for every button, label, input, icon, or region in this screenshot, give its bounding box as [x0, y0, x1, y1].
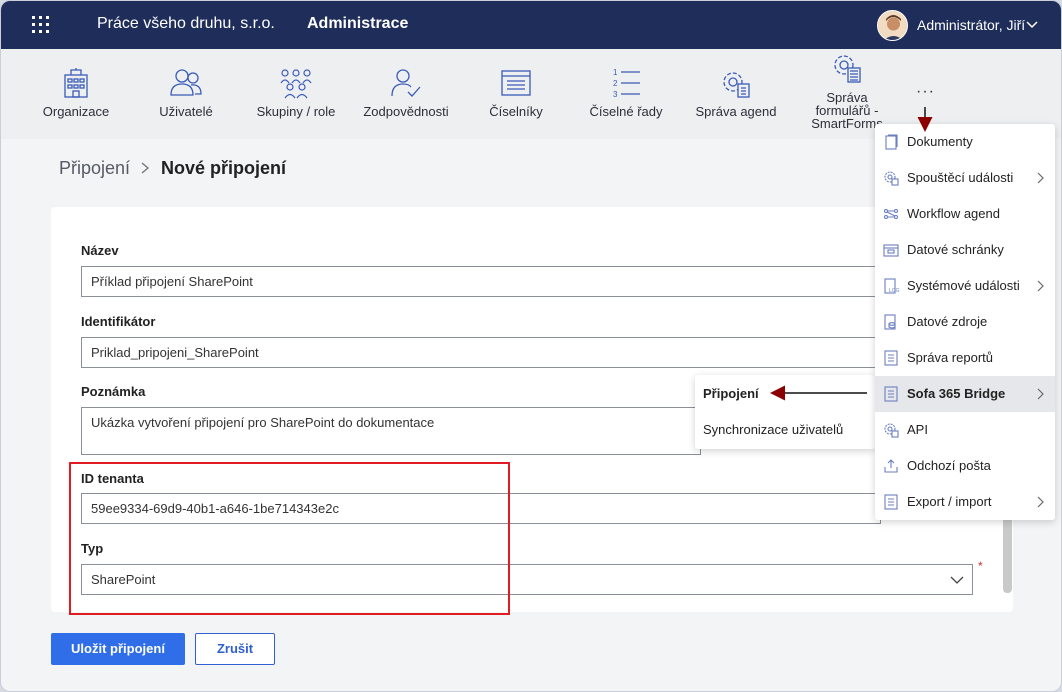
submenu-bridge: Připojení Synchronizace uživatelů [695, 375, 875, 449]
tool-organizace[interactable]: Organizace [31, 49, 121, 139]
menu-item-systemove[interactable]: LOG Systémové události [875, 268, 1055, 304]
app-launcher-icon[interactable] [32, 16, 50, 34]
user-name[interactable]: Administrátor, Jiří [917, 17, 1025, 33]
cancel-button[interactable]: Zrušit [195, 633, 275, 665]
workflow-icon [883, 208, 899, 220]
submenu-item-pripojeni[interactable]: Připojení [703, 386, 759, 401]
menu-item-label: Správa reportů [907, 350, 993, 365]
menu-item-label: Workflow agend [907, 206, 1000, 221]
avatar[interactable] [877, 10, 908, 41]
gear-trigger-icon [884, 171, 899, 186]
identifier-label: Identifikátor [81, 314, 156, 329]
chevron-right-icon [1037, 388, 1044, 400]
app-window: Práce všeho druhu, s.r.o. Administrace A… [0, 0, 1062, 692]
svg-text:LOG: LOG [889, 288, 899, 294]
menu-item-spousteci[interactable]: Spouštěcí události [875, 160, 1055, 196]
tool-label: Zodpovědnosti [363, 104, 449, 119]
menu-item-odchozi-posta[interactable]: Odchozí pošta [875, 448, 1055, 484]
databox-icon [883, 244, 899, 257]
database-icon [884, 314, 896, 330]
breadcrumb-parent[interactable]: Připojení [59, 158, 130, 179]
menu-item-datove-schranky[interactable]: Datové schránky [875, 232, 1055, 268]
menu-item-label: Systémové události [907, 278, 1020, 293]
menu-item-label: Datové schránky [907, 242, 1004, 257]
groups-icon [280, 69, 312, 99]
menu-item-label: Export / import [907, 494, 992, 509]
menu-item-api[interactable]: API [875, 412, 1055, 448]
save-button[interactable]: Uložit připojení [51, 633, 185, 665]
tool-label: Organizace [42, 104, 110, 119]
menu-item-label: Spouštěcí události [907, 170, 1014, 185]
tool-label: Číselníky [489, 104, 543, 119]
tool-label: Uživatelé [159, 104, 213, 119]
menu-item-label: API [907, 422, 928, 437]
menu-item-label: Odchozí pošta [907, 458, 991, 473]
menu-item-label: Sofa 365 Bridge [907, 386, 1006, 401]
note-label: Poznámka [81, 384, 146, 399]
tool-label: Správa agend [695, 104, 777, 119]
name-input[interactable]: Příklad připojení SharePoint [81, 266, 881, 297]
tool-label: Číselné řady [589, 104, 663, 119]
building-icon [64, 68, 88, 98]
log-icon: LOG [884, 278, 899, 294]
menu-item-dokumenty[interactable]: Dokumenty [875, 124, 1055, 160]
company-name: Práce všeho druhu, s.r.o. [97, 15, 275, 32]
bridge-icon [884, 386, 898, 402]
numbered-list-icon: 1 2 3 [613, 68, 640, 99]
menu-item-label: Datové zdroje [907, 314, 988, 329]
tool-zodpovednosti[interactable]: Zodpovědnosti [359, 49, 453, 139]
tool-ciselne-rady[interactable]: 1 2 3 Číselné řady [581, 49, 671, 139]
report-icon [884, 350, 898, 366]
chevron-down-icon [950, 576, 964, 584]
tool-sprava-agend[interactable]: Správa agend [691, 49, 781, 139]
users-icon [170, 69, 202, 96]
submenu-item-synchronizace[interactable]: Synchronizace uživatelů [703, 422, 843, 437]
menu-item-workflow[interactable]: Workflow agend [875, 196, 1055, 232]
top-bar: Práce všeho druhu, s.r.o. Administrace A… [1, 1, 1061, 49]
svg-text:1: 1 [613, 68, 618, 77]
api-gear-icon [884, 423, 899, 438]
menu-item-sofa-bridge[interactable]: Sofa 365 Bridge [875, 376, 1055, 412]
chevron-right-icon [141, 162, 150, 174]
chevron-right-icon [1037, 280, 1044, 292]
list-window-icon [501, 70, 531, 96]
menu-item-export-import[interactable]: Export / import [875, 484, 1055, 520]
highlight-box [69, 462, 510, 615]
export-icon [884, 494, 898, 510]
svg-text:2: 2 [613, 79, 618, 88]
gear-doc-icon [723, 72, 750, 98]
section-title: Administrace [307, 15, 409, 32]
chevron-right-icon [1037, 496, 1044, 508]
tool-ciselniky[interactable]: Číselníky [471, 49, 561, 139]
menu-item-sprava-reportu[interactable]: Správa reportů [875, 340, 1055, 376]
menu-item-label: Dokumenty [907, 134, 973, 149]
note-textarea[interactable]: Ukázka vytvoření připojení pro SharePoin… [81, 407, 701, 455]
chevron-down-icon[interactable] [1025, 17, 1039, 31]
tool-label: Skupiny / role [256, 104, 336, 119]
outbox-icon [884, 459, 898, 473]
tool-skupiny[interactable]: Skupiny / role [251, 49, 341, 139]
document-icon [885, 134, 898, 150]
more-button[interactable]: ··· [916, 83, 935, 101]
page-title: Nové připojení [161, 158, 287, 178]
required-mark: * [978, 559, 983, 573]
gear-form-icon [834, 55, 861, 83]
name-label: Název [81, 243, 119, 258]
svg-text:3: 3 [613, 90, 618, 99]
chevron-right-icon [1037, 172, 1044, 184]
menu-item-datove-zdroje[interactable]: Datové zdroje [875, 304, 1055, 340]
user-check-icon [391, 69, 421, 97]
identifier-input[interactable]: Priklad_pripojeni_SharePoint [81, 337, 881, 368]
more-menu: Dokumenty Spouštěcí události Workflow ag… [875, 124, 1055, 520]
tool-uzivatele[interactable]: Uživatelé [141, 49, 231, 139]
